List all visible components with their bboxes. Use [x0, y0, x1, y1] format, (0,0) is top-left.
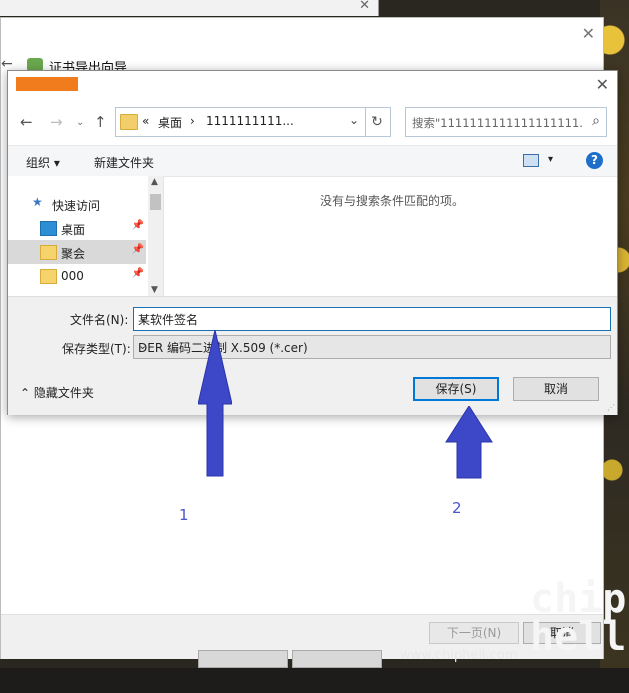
background-window-edge: ✕: [0, 0, 379, 16]
desktop-icon: [40, 221, 57, 236]
new-folder-button[interactable]: 新建文件夹: [94, 154, 154, 171]
address-bar[interactable]: « 桌面 › 1111111111... ⌄: [115, 107, 366, 137]
chevron-down-icon[interactable]: ⌄: [349, 113, 359, 127]
cancel-button[interactable]: 取消: [513, 377, 599, 401]
nav-item-label: 聚会: [61, 247, 86, 261]
watermark-site: www.chiphell.com: [400, 648, 518, 663]
back-icon[interactable]: ←: [20, 113, 33, 131]
dialog-close-icon[interactable]: ✕: [596, 75, 609, 94]
resize-grip-icon[interactable]: ⋰: [607, 403, 615, 412]
taskbar-item: [198, 650, 288, 668]
star-icon: ★: [32, 195, 43, 209]
wizard-next-button[interactable]: 下一页(N): [429, 622, 519, 644]
view-caret-icon[interactable]: ▾: [548, 154, 553, 165]
search-icon[interactable]: ⌕: [592, 113, 600, 129]
taskbar-item: [292, 650, 382, 668]
arrow-2-shape: [445, 406, 493, 479]
address-segment-desktop[interactable]: 桌面: [158, 114, 182, 131]
folder-icon: [40, 269, 57, 284]
address-separator: ›: [190, 114, 195, 128]
pin-icon[interactable]: 📌: [132, 220, 144, 231]
arrow-1-shape: [198, 330, 232, 477]
view-options-icon[interactable]: [523, 154, 539, 167]
pin-icon[interactable]: 📌: [132, 244, 144, 255]
navigation-bar: ← → ⌄ ↑ « 桌面 › 1111111111... ⌄ ↻ 搜索"1111…: [8, 107, 617, 137]
annotation-label-2: 2: [452, 499, 462, 517]
address-overflow[interactable]: «: [142, 114, 149, 128]
nav-item-desktop[interactable]: 桌面 📌: [8, 216, 146, 240]
filetype-label: 保存类型(T):: [62, 342, 131, 356]
nav-item-label: 快速访问: [52, 199, 101, 213]
redacted-title: [16, 77, 78, 91]
chevron-down-icon[interactable]: ⌄: [138, 311, 606, 324]
save-button[interactable]: 保存(S): [413, 377, 499, 401]
empty-results-message: 没有与搜索条件匹配的项。: [320, 194, 465, 208]
pane-divider[interactable]: [163, 176, 164, 296]
filename-input[interactable]: 某软件签名 ⌄: [133, 307, 611, 331]
chiphell-logo: chip hell: [530, 576, 627, 660]
annotation-label-1: 1: [179, 506, 189, 524]
search-input[interactable]: 搜索"1111111111111111111...: [412, 115, 582, 131]
nav-item-folder-party[interactable]: 聚会 📌: [8, 240, 146, 264]
chevron-up-icon: ⌃: [20, 386, 31, 400]
annotation-arrow-1: [198, 330, 232, 477]
address-segment-folder[interactable]: 1111111111...: [206, 114, 294, 128]
nav-item-folder-000[interactable]: 000 📌: [8, 264, 146, 288]
nav-pane-scrollbar[interactable]: ▲ ▼: [148, 176, 163, 296]
toolbar: 组织 ▾ 新建文件夹 ▾ ?: [8, 145, 617, 177]
scroll-down-icon[interactable]: ▼: [151, 285, 158, 295]
search-box[interactable]: 搜索"1111111111111111111... ⌕: [405, 107, 607, 137]
nav-item-quick-access[interactable]: ★ 快速访问: [8, 192, 146, 216]
filename-label: 文件名(N):: [70, 313, 129, 327]
wizard-close-icon[interactable]: ✕: [582, 24, 595, 43]
scroll-thumb[interactable]: [150, 194, 161, 210]
nav-item-label: 桌面: [61, 223, 86, 237]
scroll-up-icon[interactable]: ▲: [151, 177, 158, 187]
save-as-dialog: ✕ ← → ⌄ ↑ « 桌面 › 1111111111... ⌄ ↻ 搜索"11…: [7, 70, 618, 415]
pin-icon[interactable]: 📌: [132, 268, 144, 279]
forward-icon[interactable]: →: [50, 113, 63, 131]
help-icon[interactable]: ?: [586, 152, 603, 169]
hide-folders-label: 隐藏文件夹: [33, 386, 94, 400]
up-icon[interactable]: ↑: [94, 113, 107, 131]
organize-button[interactable]: 组织 ▾: [26, 154, 60, 171]
background-bottom: [0, 668, 629, 693]
folder-icon: [120, 114, 138, 130]
nav-item-label: 000: [61, 269, 84, 283]
hide-folders-toggle[interactable]: ⌃ 隐藏文件夹: [20, 384, 94, 401]
recent-locations-icon[interactable]: ⌄: [76, 117, 84, 128]
folder-icon: [40, 245, 57, 260]
navigation-pane: ★ 快速访问 桌面 📌 聚会 📌 000 📌: [8, 176, 163, 296]
close-icon[interactable]: ✕: [359, 0, 370, 13]
refresh-icon[interactable]: ↻: [364, 107, 391, 137]
annotation-arrow-2: [445, 406, 493, 479]
